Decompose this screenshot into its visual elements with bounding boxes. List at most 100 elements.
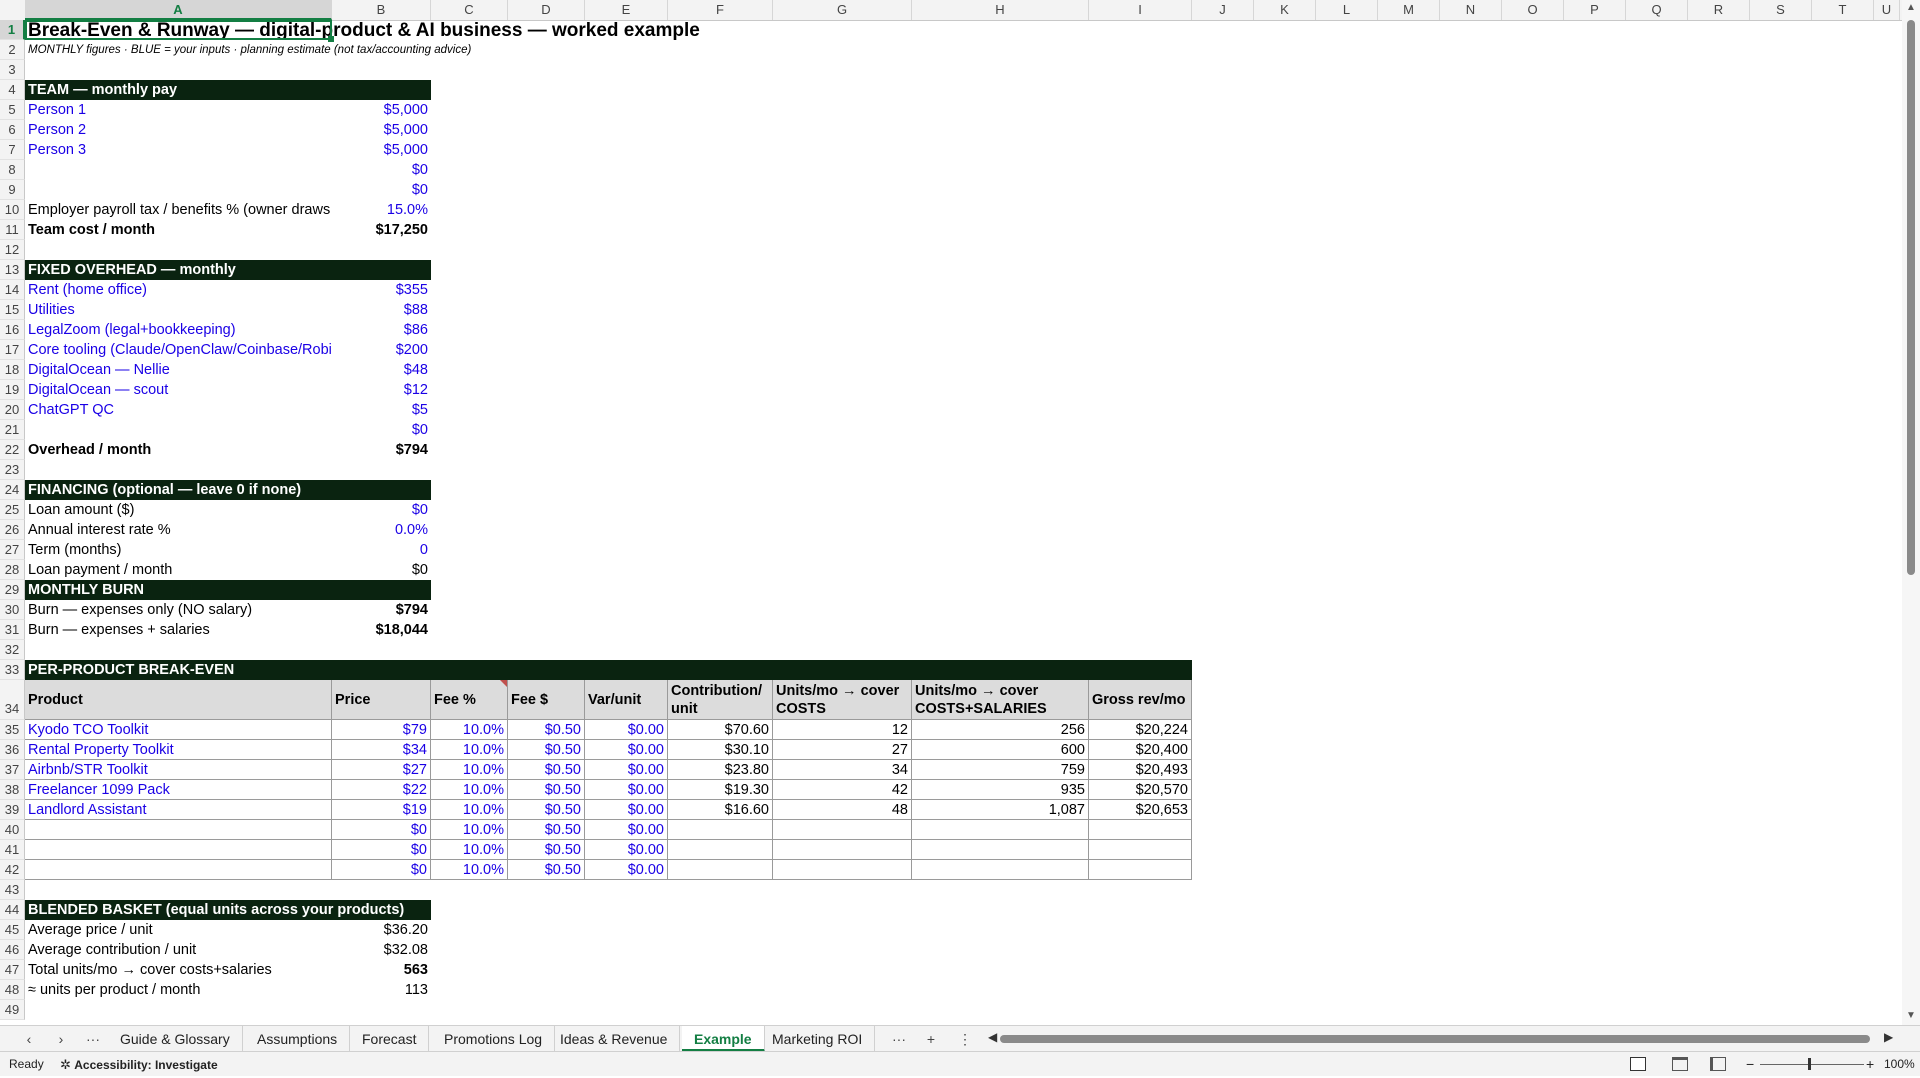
row-header[interactable]: 36 [0,740,25,760]
row-header[interactable]: 40 [0,820,25,840]
product-table-cell[interactable]: $0.50 [508,720,585,740]
zoom-in-icon[interactable]: + [1866,1052,1874,1077]
product-table-cell[interactable]: 10.0% [431,780,508,800]
row-header[interactable]: 28 [0,560,25,580]
product-table-cell[interactable]: $0.50 [508,860,585,880]
row-header[interactable]: 20 [0,400,25,420]
per-product-banner[interactable]: PER-PRODUCT BREAK-EVEN [25,660,1192,680]
payroll-tax-value[interactable]: 15.0% [332,200,431,220]
blended-item-value[interactable]: $36.20 [332,920,431,940]
blended-item-label[interactable]: Average contribution / unit [25,940,332,960]
team-person-value[interactable]: $0 [332,180,431,200]
row-header[interactable]: 48 [0,980,25,1000]
financing-item-value[interactable]: $0 [332,560,431,580]
product-table-cell[interactable]: $0 [332,820,431,840]
product-table-cell[interactable]: 12 [773,720,912,740]
product-table-cell[interactable] [773,840,912,860]
overhead-item-value[interactable]: $86 [332,320,431,340]
team-person-label[interactable] [25,180,332,200]
zoom-level[interactable]: 100% [1884,1052,1915,1077]
prev-sheet-icon[interactable]: ‹ [18,1029,40,1049]
product-table-cell[interactable]: 10.0% [431,720,508,740]
overhead-item-value[interactable]: $355 [332,280,431,300]
blended-item-label[interactable]: Average price / unit [25,920,332,940]
product-table-cell[interactable] [912,820,1089,840]
column-header-u[interactable]: U [1874,0,1900,20]
scroll-left-icon[interactable]: ◀ [988,1030,997,1044]
column-header-b[interactable]: B [332,0,431,20]
add-sheet-button[interactable]: + [920,1029,942,1049]
row-header[interactable]: 44 [0,900,25,920]
product-table-cell[interactable] [668,840,773,860]
product-table-cell[interactable] [1089,820,1192,840]
payroll-tax-label[interactable]: Employer payroll tax / benefits % (owner… [25,200,332,220]
overhead-item-label[interactable]: Core tooling (Claude/OpenClaw/Coinbase/R… [25,340,332,360]
column-header-j[interactable]: J [1192,0,1254,20]
row-header[interactable]: 9 [0,180,25,200]
row-header[interactable]: 15 [0,300,25,320]
row-header[interactable]: 8 [0,160,25,180]
row-header[interactable]: 6 [0,120,25,140]
product-table-cell[interactable]: $22 [332,780,431,800]
product-table-cell[interactable]: 10.0% [431,840,508,860]
overhead-item-label[interactable]: LegalZoom (legal+bookkeeping) [25,320,332,340]
row-header[interactable]: 49 [0,1000,25,1020]
product-table-cell[interactable] [773,820,912,840]
scroll-up-icon[interactable]: ▲ [1906,2,1916,13]
column-header-n[interactable]: N [1440,0,1502,20]
row-header[interactable]: 25 [0,500,25,520]
sheet-options-icon[interactable]: ⋮ [954,1029,976,1049]
product-table-cell[interactable]: 935 [912,780,1089,800]
product-table-cell[interactable]: 34 [773,760,912,780]
product-table-cell[interactable] [912,860,1089,880]
column-header-t[interactable]: T [1812,0,1874,20]
product-table-cell[interactable]: $0 [332,840,431,860]
product-table-cell[interactable]: 600 [912,740,1089,760]
product-table-cell[interactable]: 10.0% [431,800,508,820]
product-table-cell[interactable]: $0 [332,860,431,880]
product-table-header[interactable]: Product [25,680,332,720]
horizontal-scrollbar[interactable]: ◀ ▶ [988,1030,1896,1045]
overhead-banner[interactable]: FIXED OVERHEAD — monthly [25,260,431,280]
zoom-slider-track[interactable] [1760,1064,1864,1065]
row-header[interactable]: 4 [0,80,25,100]
product-table-cell[interactable]: 48 [773,800,912,820]
product-table-cell[interactable]: 10.0% [431,820,508,840]
financing-item-value[interactable]: 0 [332,540,431,560]
overhead-total-value[interactable]: $794 [332,440,431,460]
product-table-cell[interactable]: $23.80 [668,760,773,780]
horizontal-scroll-thumb[interactable] [1000,1035,1870,1043]
team-person-label[interactable]: Person 2 [25,120,332,140]
product-table-cell[interactable] [25,860,332,880]
comment-indicator[interactable] [500,680,507,687]
column-header-s[interactable]: S [1750,0,1812,20]
product-table-cell[interactable]: $20,570 [1089,780,1192,800]
page-layout-view-icon[interactable] [1672,1057,1688,1071]
fill-handle[interactable] [328,36,334,42]
product-table-cell[interactable]: $19.30 [668,780,773,800]
product-table-cell[interactable]: $79 [332,720,431,740]
column-header-i[interactable]: I [1089,0,1192,20]
product-table-cell[interactable]: $0.50 [508,740,585,760]
product-table-cell[interactable]: $0.50 [508,780,585,800]
product-table-cell[interactable]: 1,087 [912,800,1089,820]
product-table-cell[interactable]: $16.60 [668,800,773,820]
financing-banner[interactable]: FINANCING (optional — leave 0 if none) [25,480,431,500]
overhead-item-value[interactable]: $0 [332,420,431,440]
row-header[interactable]: 17 [0,340,25,360]
column-header-r[interactable]: R [1688,0,1750,20]
column-header-c[interactable]: C [431,0,508,20]
product-table-cell[interactable]: Landlord Assistant [25,800,332,820]
product-table-cell[interactable]: $0.00 [585,840,668,860]
overhead-item-label[interactable]: DigitalOcean — scout [25,380,332,400]
overhead-item-value[interactable]: $200 [332,340,431,360]
product-table-cell[interactable] [668,860,773,880]
more-sheets-right-icon[interactable]: ··· [888,1029,910,1049]
team-person-value[interactable]: $5,000 [332,140,431,160]
sheet-tab-guide-glossary[interactable]: Guide & Glossary [108,1026,243,1052]
row-header[interactable]: 3 [0,60,25,80]
vertical-scroll-thumb[interactable] [1907,20,1915,575]
product-table-header[interactable]: Price [332,680,431,720]
product-table-cell[interactable] [1089,840,1192,860]
product-table-cell[interactable] [668,820,773,840]
